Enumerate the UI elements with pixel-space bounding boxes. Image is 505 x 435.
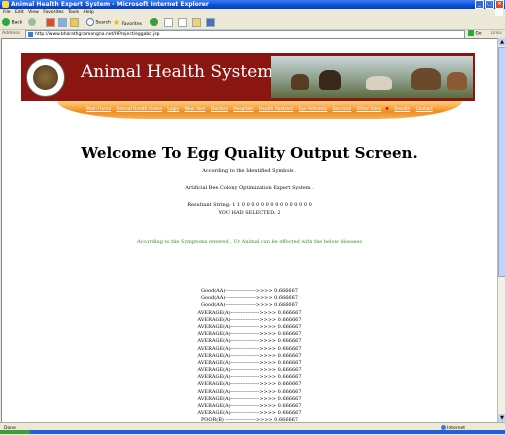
- mail-icon: [164, 18, 173, 27]
- taskbar: [0, 430, 505, 434]
- menu-bar: File Edit View Favorites Tools Help: [0, 9, 505, 16]
- diagnosis-notice: According to the Symptoms entered , Ur A…: [137, 239, 362, 245]
- search-button[interactable]: Search: [86, 18, 111, 27]
- cattle-photo: [271, 56, 473, 98]
- selected-count: YOU HAD SELECTED: 2: [218, 210, 281, 216]
- go-button[interactable]: Go: [468, 30, 482, 38]
- site-nav: Main Home Animal Health Home Login New U…: [57, 101, 462, 119]
- back-button[interactable]: Back: [2, 18, 22, 27]
- window-title: Animal Health Expert System - Microsoft …: [11, 1, 209, 8]
- result-row: AVERAGE(A)----------------->>>> 0.666667: [197, 338, 302, 345]
- result-row: AVERAGE(A)----------------->>>> 0.666667: [197, 309, 302, 316]
- page-title: Welcome To Egg Quality Output Screen.: [81, 144, 418, 162]
- edit-button[interactable]: [192, 18, 201, 27]
- nav-new-user[interactable]: New User: [185, 107, 206, 112]
- refresh-icon: [58, 18, 67, 27]
- nav-main-home[interactable]: Main Home: [86, 107, 111, 112]
- home-icon: [70, 18, 79, 27]
- result-row: AVERAGE(A)----------------->>>> 0.666667: [197, 388, 302, 395]
- messenger-icon: [206, 18, 215, 27]
- system-name-text: Artificial Bee Colony Optimization Exper…: [185, 185, 314, 191]
- result-row: AVERAGE(A)----------------->>>> 0.666667: [197, 359, 302, 366]
- nav-contact[interactable]: Contact: [416, 107, 433, 112]
- go-arrow-icon: [468, 30, 474, 36]
- nav-services[interactable]: Services: [333, 107, 352, 112]
- address-bar: Address http://www.bharathgramangna.net/…: [0, 29, 505, 39]
- result-row: AVERAGE(A)----------------->>>> 0.666667: [197, 345, 302, 352]
- forward-button[interactable]: [28, 18, 36, 27]
- home-button[interactable]: [70, 18, 79, 27]
- nav-results[interactable]: Results: [394, 107, 410, 112]
- links-button[interactable]: Links: [490, 30, 502, 37]
- scroll-thumb[interactable]: [498, 47, 505, 277]
- refresh-button[interactable]: [58, 18, 67, 27]
- result-row: AVERAGE(A)----------------->>>> 0.666667: [197, 352, 302, 359]
- menu-file[interactable]: File: [3, 10, 11, 15]
- menu-edit[interactable]: Edit: [15, 10, 24, 15]
- nav-other-sites[interactable]: Other Sites: [357, 107, 382, 112]
- menu-help[interactable]: Help: [84, 10, 94, 15]
- page-viewport: Animal Health System. Main Home Animal H…: [1, 38, 498, 424]
- resultant-string: Resultant String: 1 1 0 0 0 0 0 0 0 0 0 …: [187, 202, 312, 208]
- nav-login[interactable]: Login: [167, 107, 179, 112]
- folder-icon: [192, 18, 201, 27]
- nav-hospitals[interactable]: Hospitals: [233, 107, 253, 112]
- mail-button[interactable]: [164, 18, 173, 27]
- toolbar: Back Search ★ Favorites: [0, 16, 505, 30]
- maximize-button[interactable]: □: [485, 0, 494, 9]
- title-bar: Animal Health Expert System - Microsoft …: [0, 0, 505, 9]
- print-button[interactable]: [178, 18, 187, 27]
- result-row: AVERAGE(A)----------------->>>> 0.666667: [197, 316, 302, 323]
- menu-favorites[interactable]: Favorites: [43, 10, 63, 15]
- vertical-scrollbar[interactable]: ▲ ▼: [497, 38, 505, 422]
- site-logo: [26, 58, 65, 97]
- result-row: AVERAGE(A)----------------->>>> 0.666667: [197, 381, 302, 388]
- nav-health-abstract[interactable]: Health Abstract: [259, 107, 293, 112]
- scroll-up-icon[interactable]: ▲: [498, 38, 505, 46]
- nav-eye-ailments[interactable]: Eye Ailments: [299, 107, 328, 112]
- close-button[interactable]: ×: [495, 0, 504, 9]
- stop-button[interactable]: [46, 18, 55, 27]
- page-icon: [28, 32, 33, 37]
- print-icon: [178, 18, 187, 27]
- history-icon: [150, 18, 158, 26]
- minimize-button[interactable]: _: [475, 0, 484, 9]
- ie-icon: [2, 1, 9, 8]
- star-icon: ★: [113, 18, 121, 27]
- site-banner: Animal Health System.: [21, 53, 475, 101]
- nav-animal-health-home[interactable]: Animal Health Home: [117, 107, 162, 112]
- stop-icon: [46, 18, 55, 27]
- menu-view[interactable]: View: [28, 10, 39, 15]
- nav-doctors[interactable]: Doctors: [211, 107, 228, 112]
- start-button[interactable]: [0, 430, 30, 434]
- history-button[interactable]: [150, 18, 158, 27]
- site-name: Animal Health System.: [81, 62, 279, 82]
- messenger-button[interactable]: [206, 18, 215, 27]
- result-row: Good(AA)------------------>>>> 0.666667: [201, 302, 298, 309]
- identified-symbols-text: According to the Identified Symbols .: [202, 168, 297, 174]
- address-label: Address: [2, 31, 20, 36]
- menu-tools[interactable]: Tools: [68, 10, 79, 15]
- url-text: http://www.bharathgramangna.net/HProject…: [35, 32, 160, 37]
- back-arrow-icon: [2, 18, 10, 26]
- windows-logo-icon: [495, 9, 503, 16]
- results-list: Good(AA)------------------>>>> 0.666667 G…: [2, 288, 497, 423]
- star-bullet-icon: ✱: [385, 107, 389, 112]
- scroll-down-icon[interactable]: ▼: [498, 414, 505, 422]
- window-controls: _ □ ×: [474, 0, 504, 9]
- result-row: AVERAGE(A)----------------->>>> 0.666667: [197, 395, 302, 402]
- favorites-button[interactable]: ★ Favorites: [113, 18, 142, 27]
- forward-arrow-icon: [28, 18, 36, 26]
- search-icon: [86, 18, 94, 26]
